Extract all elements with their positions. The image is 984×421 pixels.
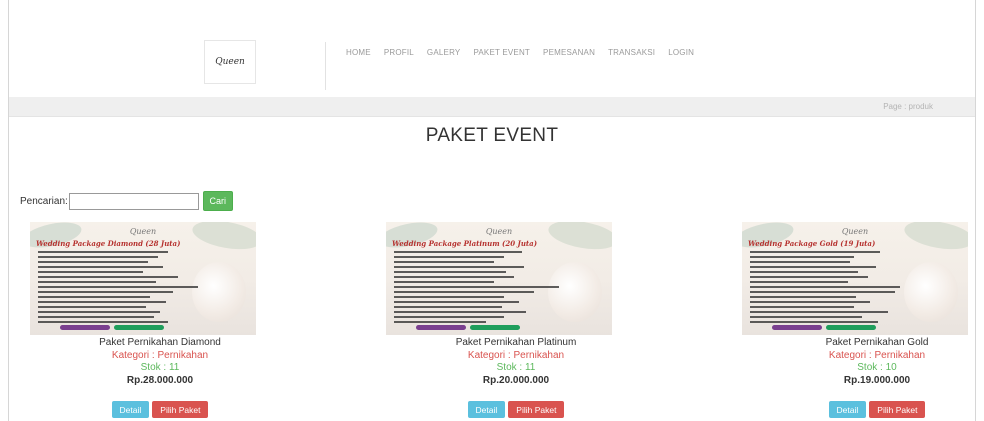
product-card-diamond: Queen Wedding Package Diamond (28 Juta) …	[30, 222, 290, 418]
product-name: Paket Pernikahan Gold	[825, 337, 929, 348]
select-package-button[interactable]: Pilih Paket	[869, 401, 926, 418]
page-title: PAKET EVENT	[425, 125, 559, 146]
main-nav: HOME PROFIL GALERY PAKET EVENT PEMESANAN…	[346, 48, 707, 57]
select-package-button[interactable]: Pilih Paket	[152, 401, 209, 418]
product-price: Rp.28.000.000	[126, 374, 194, 386]
select-package-button[interactable]: Pilih Paket	[508, 401, 565, 418]
product-stock: Stok : 11	[496, 362, 536, 373]
top-header: Queen HOME PROFIL GALERY PAKET EVENT PEM…	[9, 10, 975, 92]
nav-item-pemesanan[interactable]: PEMESANAN	[543, 48, 595, 57]
detail-button[interactable]: Detail	[467, 401, 506, 418]
search-form: Pencarian: Cari	[20, 191, 233, 211]
site-logo[interactable]: Queen	[204, 40, 256, 84]
product-poster-image[interactable]: Queen Wedding Package Diamond (28 Juta)	[30, 222, 256, 335]
product-card-platinum: Queen Wedding Package Platinum (20 Juta)…	[386, 222, 646, 418]
poster-title: Wedding Package Gold (19 Juta)	[748, 239, 876, 248]
nav-divider	[325, 42, 326, 90]
nav-item-paket-event[interactable]: PAKET EVENT	[473, 48, 530, 57]
product-stock: Stok : 10	[857, 362, 897, 373]
poster-title: Wedding Package Diamond (28 Juta)	[36, 239, 181, 248]
product-poster-image[interactable]: Queen Wedding Package Gold (19 Juta)	[742, 222, 968, 335]
nav-item-transaksi[interactable]: TRANSAKSI	[608, 48, 655, 57]
nav-item-home[interactable]: HOME	[346, 48, 371, 57]
product-price: Rp.20.000.000	[482, 374, 550, 386]
breadcrumb-bar: Page : produk	[9, 97, 975, 117]
detail-button[interactable]: Detail	[828, 401, 867, 418]
poster-title: Wedding Package Platinum (20 Juta)	[392, 239, 538, 248]
product-category: Kategori : Pernikahan	[467, 349, 565, 361]
nav-item-profil[interactable]: PROFIL	[384, 48, 414, 57]
product-name: Paket Pernikahan Diamond	[99, 337, 221, 348]
search-button[interactable]: Cari	[202, 191, 233, 211]
product-stock: Stok : 11	[140, 362, 180, 373]
product-price: Rp.19.000.000	[843, 374, 911, 386]
search-input[interactable]	[68, 192, 199, 210]
detail-button[interactable]: Detail	[111, 401, 150, 418]
logo-text: Queen	[215, 57, 245, 67]
product-category: Kategori : Pernikahan	[828, 349, 926, 361]
search-label: Pencarian:	[20, 195, 68, 207]
product-name: Paket Pernikahan Platinum	[455, 337, 577, 348]
nav-item-galery[interactable]: GALERY	[427, 48, 461, 57]
product-poster-image[interactable]: Queen Wedding Package Platinum (20 Juta)	[386, 222, 612, 335]
poster-brand-text: Queen	[485, 227, 513, 236]
product-category: Kategori : Pernikahan	[111, 349, 209, 361]
poster-brand-text: Queen	[841, 227, 869, 236]
poster-brand-text: Queen	[129, 227, 157, 236]
nav-item-login[interactable]: LOGIN	[668, 48, 694, 57]
product-card-gold: Queen Wedding Package Gold (19 Juta) Pak…	[742, 222, 984, 418]
breadcrumb: Page : produk	[883, 102, 933, 111]
